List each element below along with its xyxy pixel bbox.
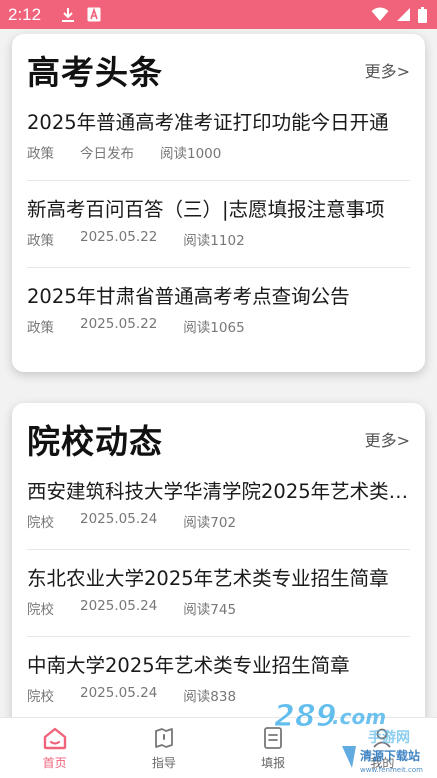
signal-icon bbox=[396, 7, 411, 22]
news-meta: 院校 2025.05.24 阅读745 bbox=[27, 598, 262, 618]
news-date: 2025.05.24 bbox=[80, 685, 158, 701]
school-news-header: 院校动态 更多> bbox=[27, 417, 410, 461]
news-title: 中南大学2025年艺术类专业招生简章 bbox=[27, 654, 350, 677]
news-meta: 政策 2025.05.22 阅读1102 bbox=[27, 229, 271, 249]
news-tag: 院校 bbox=[27, 689, 54, 705]
tab-home-label: 首页 bbox=[42, 755, 67, 770]
book-icon bbox=[151, 726, 177, 750]
news-item[interactable]: 西安建筑科技大学华清学院2025年艺术类专业招生简章 院校 2025.05.24… bbox=[27, 463, 410, 550]
news-meta: 院校 2025.05.24 阅读702 bbox=[27, 511, 262, 531]
tab-guide[interactable]: 指导 bbox=[109, 718, 218, 778]
news-reads: 阅读1000 bbox=[160, 146, 222, 162]
notification-a-icon bbox=[87, 7, 101, 22]
news-date: 2025.05.22 bbox=[80, 229, 158, 245]
news-title: 西安建筑科技大学华清学院2025年艺术类专业招生简章 bbox=[27, 480, 410, 503]
news-item[interactable]: 中南大学2025年艺术类专业招生简章 院校 2025.05.24 阅读838 bbox=[27, 637, 410, 724]
news-tag: 政策 bbox=[27, 233, 54, 249]
news-title: 新高考百问百答（三）|志愿填报注意事项 bbox=[27, 198, 385, 221]
news-reads: 阅读745 bbox=[183, 602, 237, 618]
headlines-title: 高考头条 bbox=[27, 53, 163, 92]
tab-mine-label: 我的 bbox=[370, 755, 395, 770]
news-item[interactable]: 2025年甘肃省普通高考考点查询公告 政策 2025.05.22 阅读1065 bbox=[27, 268, 410, 355]
news-meta: 政策 2025.05.22 阅读1065 bbox=[27, 316, 271, 336]
school-news-more-link[interactable]: 更多> bbox=[365, 427, 410, 451]
news-title: 2025年普通高考准考证打印功能今日开通 bbox=[27, 111, 389, 134]
news-meta: 政策 今日发布 阅读1000 bbox=[27, 142, 247, 162]
news-tag: 院校 bbox=[27, 515, 54, 531]
news-reads: 阅读1102 bbox=[183, 233, 245, 249]
news-item[interactable]: 新高考百问百答（三）|志愿填报注意事项 政策 2025.05.22 阅读1102 bbox=[27, 181, 410, 268]
status-bar: 2:12 bbox=[0, 0, 437, 29]
tab-apply-label: 填报 bbox=[261, 755, 286, 770]
news-tag: 政策 bbox=[27, 320, 54, 336]
news-tag: 政策 bbox=[27, 146, 54, 162]
news-item[interactable]: 东北农业大学2025年艺术类专业招生简章 院校 2025.05.24 阅读745 bbox=[27, 550, 410, 637]
status-time: 2:12 bbox=[8, 4, 42, 24]
tab-mine[interactable]: 我的 bbox=[328, 718, 437, 778]
news-title: 东北农业大学2025年艺术类专业招生简章 bbox=[27, 567, 389, 590]
news-date: 今日发布 bbox=[80, 146, 134, 162]
headlines-header: 高考头条 更多> bbox=[27, 48, 410, 92]
news-date: 2025.05.24 bbox=[80, 511, 158, 527]
tab-guide-label: 指导 bbox=[151, 755, 176, 770]
news-reads: 阅读702 bbox=[183, 515, 237, 531]
tab-home[interactable]: 首页 bbox=[0, 718, 109, 778]
news-title: 2025年甘肃省普通高考考点查询公告 bbox=[27, 285, 350, 308]
bottom-tab-bar: 首页 指导 填报 我的 bbox=[0, 717, 437, 778]
user-icon bbox=[369, 726, 395, 750]
battery-icon bbox=[418, 6, 427, 23]
download-icon bbox=[61, 7, 75, 23]
tab-apply[interactable]: 填报 bbox=[219, 718, 328, 778]
home-icon bbox=[42, 726, 68, 750]
news-date: 2025.05.24 bbox=[80, 598, 158, 614]
news-item[interactable]: 2025年普通高考准考证打印功能今日开通 政策 今日发布 阅读1000 bbox=[27, 94, 410, 181]
headlines-more-link[interactable]: 更多> bbox=[365, 58, 410, 82]
school-news-title: 院校动态 bbox=[27, 422, 163, 461]
news-tag: 院校 bbox=[27, 602, 54, 618]
school-news-card: 院校动态 更多> 西安建筑科技大学华清学院2025年艺术类专业招生简章 院校 2… bbox=[12, 403, 425, 733]
news-meta: 院校 2025.05.24 阅读838 bbox=[27, 685, 262, 705]
headlines-card: 高考头条 更多> 2025年普通高考准考证打印功能今日开通 政策 今日发布 阅读… bbox=[12, 34, 425, 372]
news-reads: 阅读1065 bbox=[183, 320, 245, 336]
news-date: 2025.05.22 bbox=[80, 316, 158, 332]
wifi-icon bbox=[371, 7, 389, 22]
form-icon bbox=[260, 726, 286, 750]
news-reads: 阅读838 bbox=[183, 689, 237, 705]
